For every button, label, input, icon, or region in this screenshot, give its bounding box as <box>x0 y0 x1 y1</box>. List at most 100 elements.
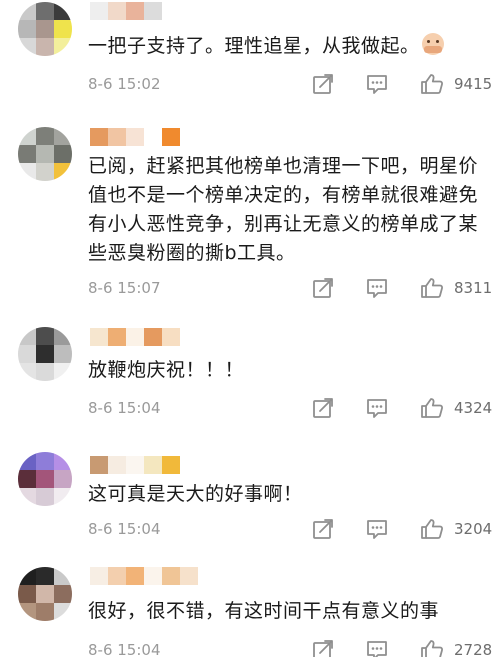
avatar-pixel <box>54 127 72 145</box>
avatar-pixel <box>18 567 36 585</box>
avatar-pixel <box>36 452 54 470</box>
avatar-pixel <box>36 585 54 603</box>
avatar-pixel <box>36 38 54 56</box>
like-icon[interactable] <box>420 397 444 423</box>
like-count: 2728 <box>454 641 493 657</box>
avatar-pixel <box>18 20 36 38</box>
avatar-pixel <box>18 38 36 56</box>
share-icon[interactable] <box>312 277 334 303</box>
username-pixel <box>126 456 144 474</box>
username-blurred[interactable] <box>90 567 198 585</box>
avatar-pixel <box>36 145 54 163</box>
comment-text: 很好，很不错，有这时间干点有意义的事 <box>88 600 440 622</box>
avatar-pixel <box>18 345 36 363</box>
comment-icon[interactable] <box>366 277 388 303</box>
comment-time: 8-6 15:04 <box>88 520 161 538</box>
comment-time: 8-6 15:02 <box>88 75 161 93</box>
avatar-pixel <box>36 345 54 363</box>
avatar-pixel <box>36 363 54 381</box>
username-blurred[interactable] <box>90 456 180 474</box>
username-blurred[interactable] <box>90 2 162 20</box>
avatar-pixel <box>36 127 54 145</box>
username-pixel <box>90 567 108 585</box>
avatar-pixel <box>54 488 72 506</box>
like-count: 9415 <box>454 75 493 93</box>
like-icon[interactable] <box>420 277 444 303</box>
like-icon[interactable] <box>420 639 444 657</box>
username-pixel <box>144 128 162 146</box>
hands-together-emoji-icon <box>421 33 444 55</box>
comment-time: 8-6 15:04 <box>88 641 161 657</box>
comment-icon[interactable] <box>366 73 388 99</box>
comment-text: 这可真是天大的好事啊！ <box>88 483 303 505</box>
comment-icon[interactable] <box>366 518 388 544</box>
avatar-pixel <box>54 603 72 621</box>
comment-text: 一把子支持了。理性追星，从我做起。 <box>88 32 484 61</box>
comment-meta: 8-6 15:04 4324 <box>88 397 493 423</box>
comment-icon[interactable] <box>366 639 388 657</box>
username-pixel <box>126 567 144 585</box>
username-blurred[interactable] <box>90 328 180 346</box>
comment-icon[interactable] <box>366 397 388 423</box>
username-pixel <box>144 328 162 346</box>
avatar-pixel <box>36 488 54 506</box>
username-pixel <box>108 567 126 585</box>
username-pixel <box>162 328 180 346</box>
username-pixel <box>90 2 108 20</box>
avatar[interactable] <box>18 567 72 621</box>
avatar-pixel <box>18 363 36 381</box>
username-pixel <box>108 2 126 20</box>
avatar-pixel <box>54 567 72 585</box>
username-pixel <box>108 128 126 146</box>
avatar-pixel <box>54 38 72 56</box>
share-icon[interactable] <box>312 73 334 99</box>
avatar-pixel <box>54 585 72 603</box>
avatar-pixel <box>36 567 54 585</box>
avatar-pixel <box>18 488 36 506</box>
comment-time: 8-6 15:04 <box>88 399 161 417</box>
avatar-pixel <box>54 470 72 488</box>
username-pixel <box>126 2 144 20</box>
avatar-pixel <box>54 163 72 181</box>
username-pixel <box>90 328 108 346</box>
avatar-pixel <box>36 327 54 345</box>
avatar-pixel <box>54 145 72 163</box>
avatar-pixel <box>54 363 72 381</box>
avatar-pixel <box>18 603 36 621</box>
username-blurred[interactable] <box>90 128 180 146</box>
username-pixel <box>126 128 144 146</box>
comment-text: 放鞭炮庆祝！！！ <box>88 359 245 381</box>
username-pixel <box>90 128 108 146</box>
avatar-pixel <box>54 20 72 38</box>
avatar-pixel <box>36 163 54 181</box>
comment-meta: 8-6 15:04 3204 <box>88 518 492 544</box>
comment-text: 已阅，赶紧把其他榜单也清理一下吧，明星价值也不是一个榜单决定的，有榜单就很难避免… <box>88 155 479 264</box>
avatar-pixel <box>36 20 54 38</box>
avatar-pixel <box>54 452 72 470</box>
avatar[interactable] <box>18 127 72 181</box>
avatar-pixel <box>18 2 36 20</box>
username-pixel <box>162 128 180 146</box>
avatar-pixel <box>18 163 36 181</box>
avatar-pixel <box>18 145 36 163</box>
username-pixel <box>162 456 180 474</box>
avatar[interactable] <box>18 327 72 381</box>
avatar-pixel <box>18 327 36 345</box>
comment-time: 8-6 15:07 <box>88 279 161 297</box>
share-icon[interactable] <box>312 518 334 544</box>
avatar[interactable] <box>18 2 72 56</box>
like-icon[interactable] <box>420 518 444 544</box>
like-count: 8311 <box>454 279 493 297</box>
like-icon[interactable] <box>420 73 444 99</box>
username-pixel <box>108 456 126 474</box>
avatar-pixel <box>36 2 54 20</box>
share-icon[interactable] <box>312 639 334 657</box>
username-pixel <box>144 456 162 474</box>
like-count: 4324 <box>454 399 493 417</box>
username-pixel <box>144 567 162 585</box>
username-pixel <box>144 2 162 20</box>
username-pixel <box>90 456 108 474</box>
avatar-pixel <box>36 470 54 488</box>
avatar[interactable] <box>18 452 72 506</box>
share-icon[interactable] <box>312 397 334 423</box>
